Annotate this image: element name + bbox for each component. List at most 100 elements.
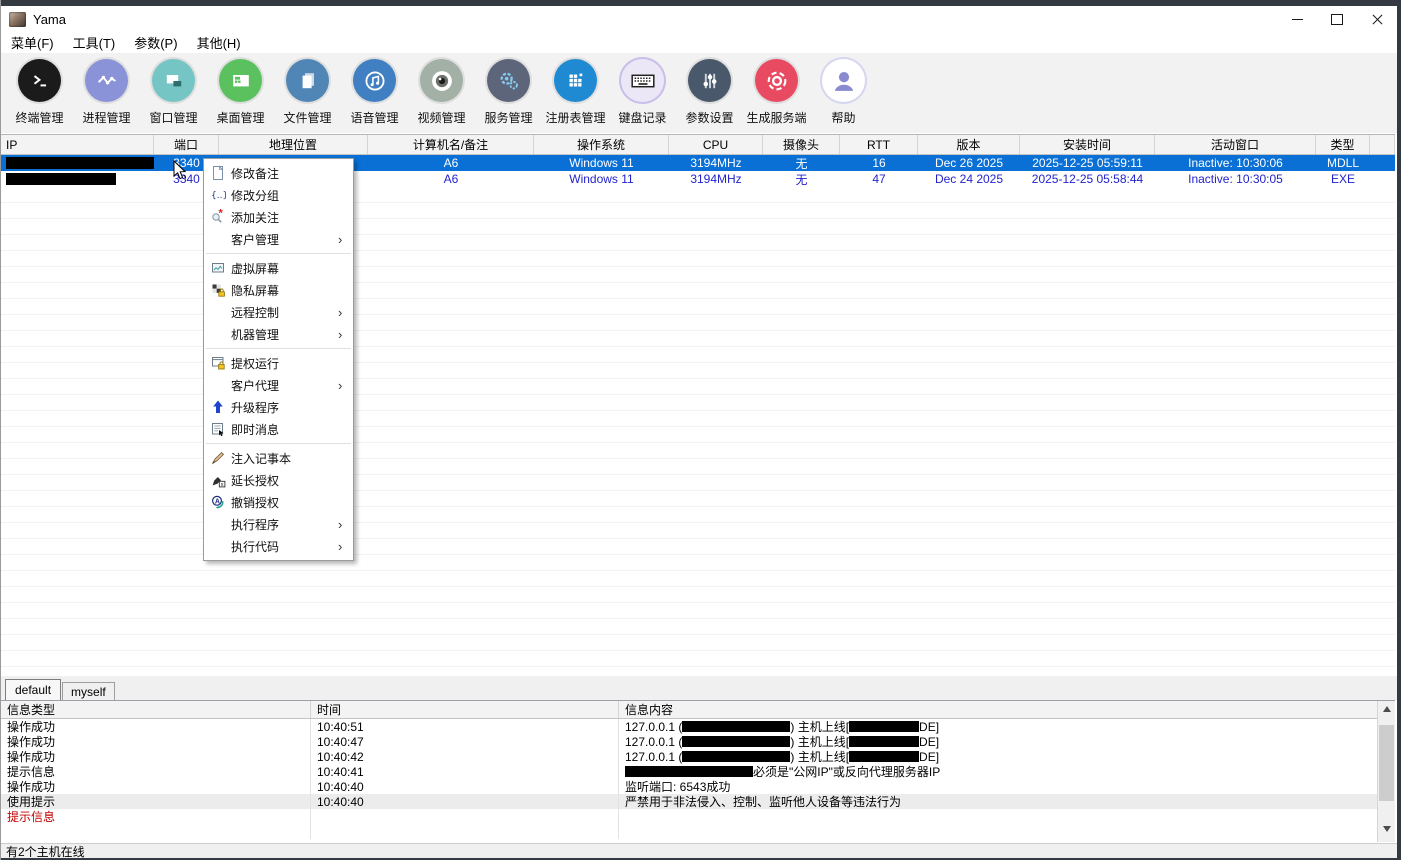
toolbar-desktop[interactable]: 桌面管理 [207,53,274,133]
braces-icon: {..} [204,187,231,203]
menu-other[interactable]: 其他(H) [188,31,250,54]
ctx-remote-control[interactable]: 远程控制 › [204,301,353,323]
col-cpu[interactable]: CPU [669,135,763,154]
ctx-execute-code[interactable]: 执行代码 › [204,535,353,557]
log-row[interactable]: 操作成功 10:40:51 127.0.0.1 () 主机上线[ DE] [1,719,1378,734]
host-cpu: 3194MHz [669,172,763,186]
host-version: Dec 24 2025 [918,172,1020,186]
ctx-revoke-auth[interactable]: A 撤销授权 [204,491,353,513]
log-col-time[interactable]: 时间 [311,701,619,718]
toolbar: 终端管理 进程管理 窗口管理 桌面管理 文件管理 [1,53,1397,133]
ctx-elevate-run[interactable]: 提权运行 [204,352,353,374]
col-filler [1370,135,1395,154]
toolbar-settings[interactable]: 参数设置 [676,53,743,133]
ctx-client-proxy[interactable]: 客户代理 › [204,374,353,396]
camera-eye-icon [420,59,463,102]
toolbar-services[interactable]: 服务管理 [475,53,542,133]
host-type: MDLL [1316,156,1370,170]
toolbar-window[interactable]: 窗口管理 [140,53,207,133]
sliders-icon [688,59,731,102]
toolbar-audio[interactable]: 语音管理 [341,53,408,133]
toolbar-help[interactable]: 帮助 [810,53,877,133]
host-os: Windows 11 [534,156,669,170]
scroll-down-icon[interactable] [1378,821,1395,837]
menu-tools[interactable]: 工具(T) [64,31,125,54]
audio-note-icon [353,59,396,102]
log-col-content[interactable]: 信息内容 [619,701,1378,718]
col-ip[interactable]: IP [1,135,154,154]
log-col-type[interactable]: 信息类型 [1,701,311,718]
toolbar-registry[interactable]: 注册表管理 [542,53,609,133]
scrollbar-thumb[interactable] [1379,725,1394,801]
col-type[interactable]: 类型 [1316,135,1370,154]
close-button[interactable] [1357,6,1397,32]
col-rtt[interactable]: RTT [840,135,918,154]
host-active-window: Inactive: 10:30:06 [1155,156,1316,170]
note-icon [204,165,231,181]
col-active-window[interactable]: 活动窗口 [1155,135,1316,154]
host-camera: 无 [763,155,840,172]
terminal-icon [18,59,61,102]
submenu-arrow-icon: › [338,379,353,392]
menu-params[interactable]: 参数(P) [125,31,186,54]
scroll-up-icon[interactable] [1378,701,1395,717]
toolbar-terminal[interactable]: 终端管理 [6,53,73,133]
host-type: EXE [1316,172,1370,186]
col-location[interactable]: 地理位置 [219,135,368,154]
maximize-icon [1331,14,1343,25]
window-frame-right [1397,0,1401,860]
ctx-edit-group[interactable]: {..} 修改分组 [204,184,353,206]
window-icon [152,59,195,102]
ctx-add-focus[interactable]: * 添加关注 [204,206,353,228]
col-camera[interactable]: 摄像头 [763,135,840,154]
menu-file[interactable]: 菜单(F) [2,31,63,54]
log-row[interactable]: 提示信息 [1,809,1378,824]
ctx-extend-auth[interactable]: x 延长授权 [204,469,353,491]
maximize-button[interactable] [1317,6,1357,32]
ctx-client-manage[interactable]: 客户管理 › [204,228,353,250]
app-icon [9,12,26,27]
ctx-upgrade[interactable]: 升级程序 [204,396,353,418]
ctx-machine-manage[interactable]: 机器管理 › [204,323,353,345]
yama-main-window: Yama 菜单(F) 工具(T) 参数(P) 其他(H) 终端管理 进程管理 [0,0,1401,860]
gears-icon [487,59,530,102]
upgrade-arrow-icon [204,399,231,415]
tab-default[interactable]: default [5,679,61,700]
toolbar-files[interactable]: 文件管理 [274,53,341,133]
log-scrollbar[interactable] [1377,701,1395,842]
log-row[interactable]: 提示信息 10:40:41 必须是"公网IP"或反向代理服务器IP [1,764,1378,779]
submenu-arrow-icon: › [338,540,353,553]
host-computer: A6 [368,172,534,186]
log-row[interactable]: 操作成功 10:40:47 127.0.0.1 () 主机上线[ DE] [1,734,1378,749]
ctx-virtual-screen[interactable]: 虚拟屏幕 [204,257,353,279]
toolbar-video[interactable]: 视频管理 [408,53,475,133]
toolbar-build-server[interactable]: 生成服务端 [743,53,810,133]
host-install-time: 2025-12-25 05:59:11 [1020,156,1155,170]
window-frame-top [0,0,1401,6]
menu-separator [206,443,351,444]
ctx-privacy-screen[interactable]: 隐私屏幕 [204,279,353,301]
log-row[interactable]: 操作成功 10:40:42 127.0.0.1 () 主机上线[ DE] [1,749,1378,764]
col-computer[interactable]: 计算机名/备注 [368,135,534,154]
toolbar-keylogger[interactable]: 键盘记录 [609,53,676,133]
col-install-time[interactable]: 安装时间 [1020,135,1155,154]
tab-myself[interactable]: myself [62,682,115,700]
log-row[interactable]: 操作成功 10:40:40 监听端口: 6543成功 [1,779,1378,794]
col-version[interactable]: 版本 [918,135,1020,154]
person-icon [822,59,865,102]
log-row[interactable]: 使用提示 10:40:40 严禁用于非法侵入、控制、监听他人设备等违法行为 [1,794,1378,809]
menu-separator [206,253,351,254]
minimize-button[interactable] [1277,6,1317,32]
toolbar-process[interactable]: 进程管理 [73,53,140,133]
minimize-icon [1292,19,1303,20]
menu-bar: 菜单(F) 工具(T) 参数(P) 其他(H) [1,32,1397,53]
redacted-text [849,751,919,762]
col-os[interactable]: 操作系统 [534,135,669,154]
log-row-empty [1,824,1378,839]
ctx-edit-note[interactable]: 修改备注 [204,162,353,184]
ctx-instant-message[interactable]: 即时消息 [204,418,353,440]
ctx-inject-notepad[interactable]: 注入记事本 [204,447,353,469]
privacy-screen-icon [204,282,231,298]
col-port[interactable]: 端口 [154,135,219,154]
ctx-execute-program[interactable]: 执行程序 › [204,513,353,535]
